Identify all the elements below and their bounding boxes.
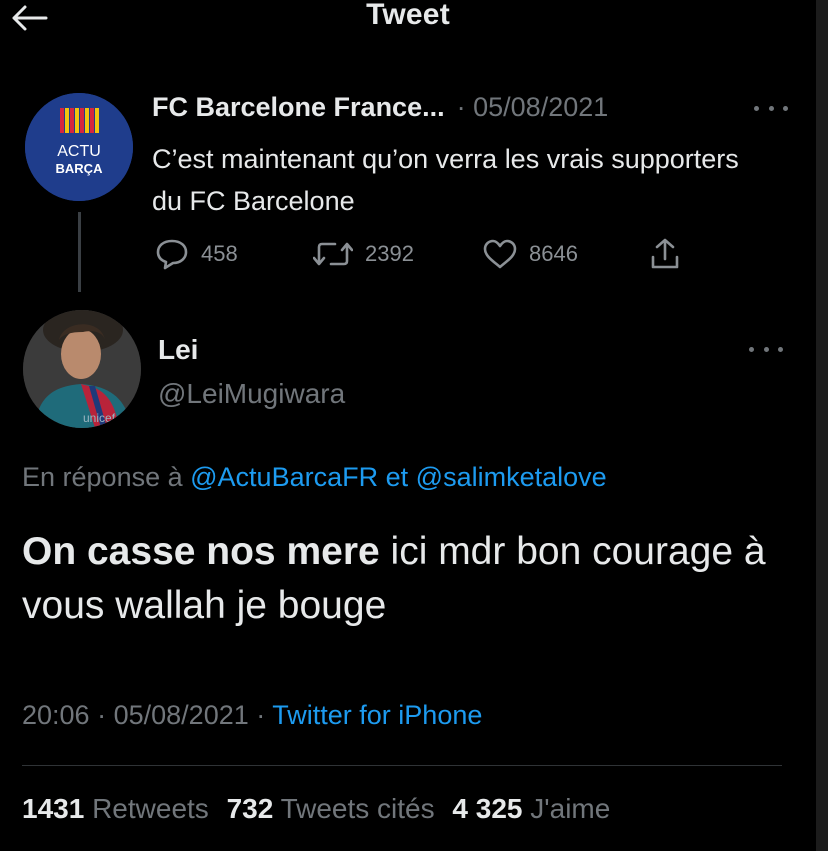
more-options-icon[interactable] xyxy=(749,341,783,357)
reply-icon xyxy=(156,239,188,270)
retweets-label: Retweets xyxy=(92,793,209,824)
divider xyxy=(22,765,782,766)
heart-icon xyxy=(483,239,517,269)
quotes-label: Tweets cités xyxy=(280,793,435,824)
actu-barca-avatar[interactable]: ACTU BARÇA xyxy=(25,93,133,201)
avatar-text-actu: ACTU xyxy=(57,143,101,160)
mention-link[interactable]: @ActuBarcaFR xyxy=(190,462,378,492)
likes-count: 4 325 xyxy=(452,793,523,824)
thread-connector xyxy=(78,212,81,292)
retweets-count: 1431 xyxy=(22,793,85,824)
lei-avatar[interactable]: unicef xyxy=(23,310,141,428)
profile-photo: unicef xyxy=(23,310,141,428)
quoted-tweet-actions: 458 2392 8646 xyxy=(155,232,695,276)
reply-context: En réponse à @ActuBarcaFR et @salimketal… xyxy=(22,462,607,493)
quoted-tweet-text: C’est maintenant qu’on verra les vrais s… xyxy=(152,144,739,216)
share-button[interactable] xyxy=(649,232,681,276)
quoted-date[interactable]: · 05/08/2021 xyxy=(457,92,609,123)
like-count: 8646 xyxy=(529,241,578,266)
author-handle[interactable]: @LeiMugiwara xyxy=(158,378,345,410)
avatar-caption: unicef xyxy=(83,411,116,425)
more-options-icon[interactable] xyxy=(754,100,788,116)
quoted-date-separator: · xyxy=(456,92,466,122)
retweets-stat[interactable]: 1431 Retweets xyxy=(22,793,209,824)
likes-label: J'aime xyxy=(530,793,611,824)
barca-crest-logo: ACTU BARÇA xyxy=(25,93,133,201)
mention-link[interactable]: @salimketalove xyxy=(416,462,607,492)
meta-separator: · xyxy=(256,700,266,730)
meta-separator: · xyxy=(97,700,107,730)
reply-count: 458 xyxy=(201,241,238,266)
tweet-text: On casse nos mere ici mdr bon courage à … xyxy=(22,525,782,633)
quoted-date-value: 05/08/2021 xyxy=(473,92,609,122)
quoted-tweet-header: FC Barcelone France... · 05/08/2021 xyxy=(152,92,780,128)
quoted-author-name[interactable]: FC Barcelone France... xyxy=(152,92,445,123)
tweet-date[interactable]: 05/08/2021 xyxy=(114,700,249,730)
quotes-count: 732 xyxy=(226,793,274,824)
tweet-text-bold: On casse nos mere xyxy=(22,530,380,573)
tweet-source[interactable]: Twitter for iPhone xyxy=(272,700,482,730)
share-icon xyxy=(651,238,679,269)
retweet-count: 2392 xyxy=(365,241,414,266)
tweet-time[interactable]: 20:06 xyxy=(22,700,90,730)
reply-button[interactable]: 458 xyxy=(155,232,238,276)
likes-stat[interactable]: 4 325 J'aime xyxy=(452,793,610,824)
engagement-stats: 1431 Retweets 732 Tweets cités 4 325 J'a… xyxy=(22,793,620,825)
reply-conjunction[interactable]: et xyxy=(386,462,409,492)
tweet-metadata: 20:06 · 05/08/2021 · Twitter for iPhone xyxy=(22,700,482,731)
header: Tweet xyxy=(0,0,816,40)
tweet-screen: Tweet ACTU BARÇA FC Barcelone France... … xyxy=(0,0,816,851)
quotes-stat[interactable]: 732 Tweets cités xyxy=(227,793,435,824)
like-button[interactable]: 8646 xyxy=(483,232,578,276)
retweet-button[interactable]: 2392 xyxy=(313,232,414,276)
avatar-text-barca: BARÇA xyxy=(56,161,104,176)
page-title: Tweet xyxy=(366,0,450,31)
reply-prefix: En réponse à xyxy=(22,462,183,492)
author-name[interactable]: Lei xyxy=(158,334,198,366)
retweet-icon xyxy=(313,242,353,266)
